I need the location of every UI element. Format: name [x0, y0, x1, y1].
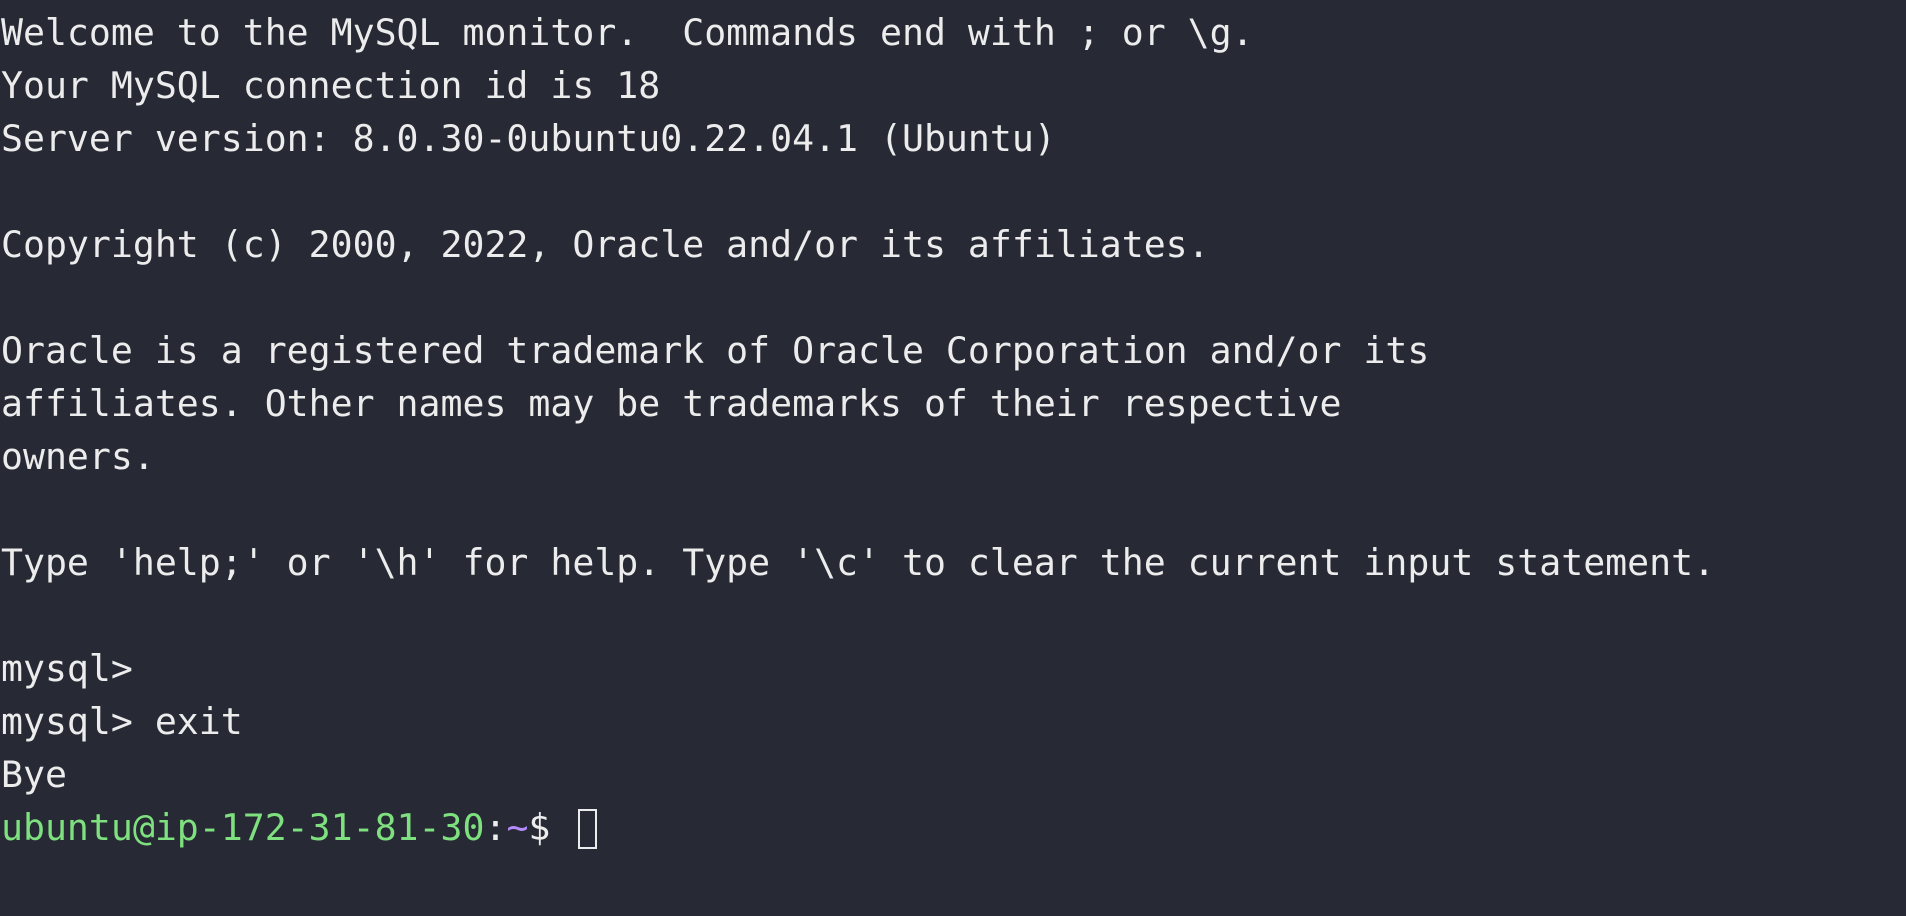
terminal-line: Oracle is a registered trademark of Orac…: [1, 329, 1430, 372]
prompt-path: ~: [506, 806, 529, 849]
terminal-line: Server version: 8.0.30-0ubuntu0.22.04.1 …: [1, 117, 1056, 160]
terminal-line: Welcome to the MySQL monitor. Commands e…: [1, 11, 1254, 54]
terminal-window[interactable]: Welcome to the MySQL monitor. Commands e…: [0, 0, 1906, 916]
terminal-line: mysql>: [1, 647, 133, 690]
terminal-line: owners.: [1, 435, 155, 478]
shell-prompt-line[interactable]: ubuntu@ip-172-31-81-30:~$: [1, 801, 1906, 854]
prompt-symbol: $: [528, 806, 573, 849]
terminal-line: mysql> exit: [1, 700, 243, 743]
terminal-line: affiliates. Other names may be trademark…: [1, 382, 1342, 425]
prompt-user-host: ubuntu@ip-172-31-81-30: [1, 806, 485, 849]
terminal-line: Your MySQL connection id is 18: [1, 64, 661, 107]
text-cursor[interactable]: [578, 809, 598, 849]
terminal-line: Type 'help;' or '\h' for help. Type '\c'…: [1, 541, 1716, 584]
prompt-separator: :: [484, 806, 507, 849]
terminal-line: Copyright (c) 2000, 2022, Oracle and/or …: [1, 223, 1210, 266]
terminal-line: Bye: [1, 753, 67, 796]
